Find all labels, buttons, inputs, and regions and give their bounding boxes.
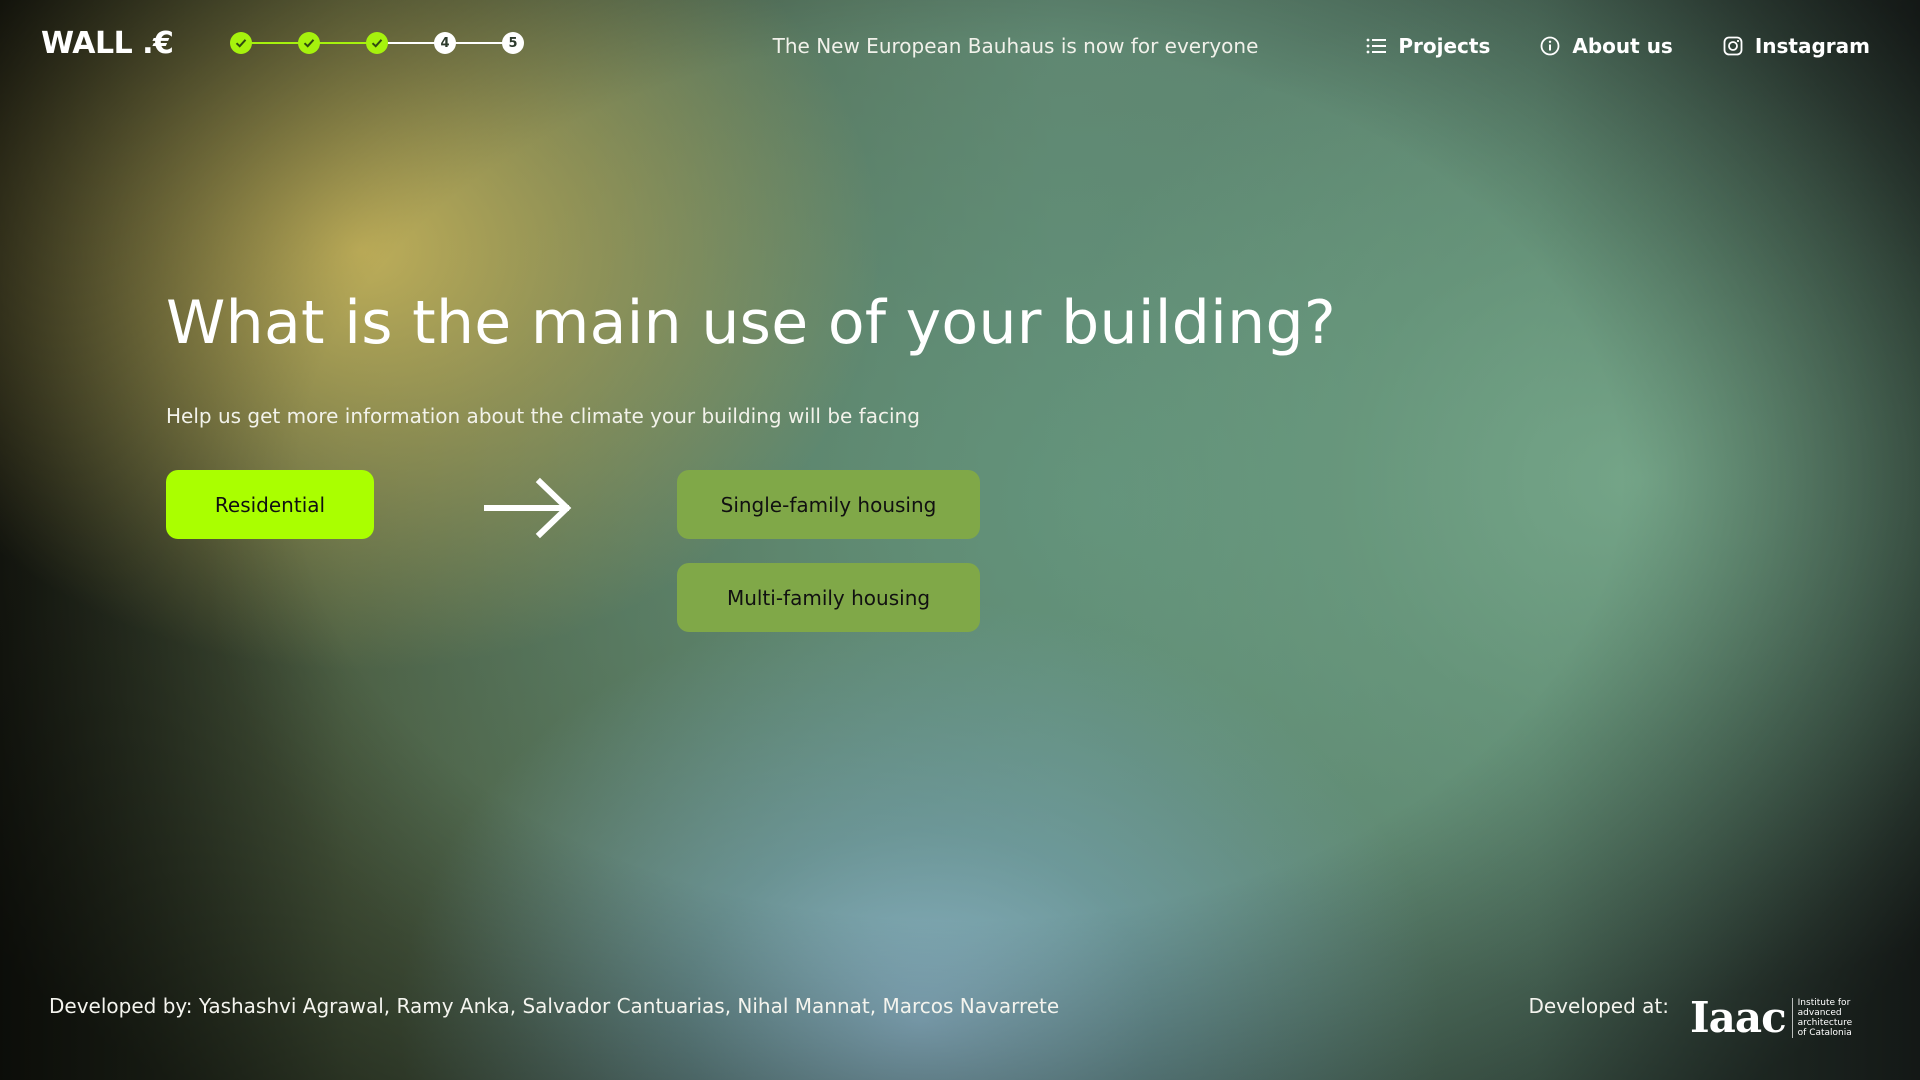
residential-button[interactable]: Residential bbox=[166, 470, 374, 539]
arrow-right-icon bbox=[484, 477, 572, 539]
nav-projects-label: Projects bbox=[1398, 34, 1491, 58]
nav-instagram-label: Instagram bbox=[1754, 34, 1870, 58]
check-icon bbox=[371, 39, 383, 48]
iaac-logo[interactable]: Iaac Institute for advanced architecture… bbox=[1690, 994, 1872, 1042]
nav-instagram-link[interactable]: Instagram bbox=[1723, 34, 1870, 58]
step-3-completed[interactable] bbox=[366, 32, 388, 54]
iaac-logo-text-line: Institute for bbox=[1797, 998, 1851, 1008]
progress-stepper: 4 5 bbox=[230, 32, 524, 54]
nav-projects-link[interactable]: Projects bbox=[1366, 34, 1490, 58]
step-connector bbox=[386, 42, 436, 44]
page: WALL .€ 4 5 The New European Bauhaus is … bbox=[0, 0, 1920, 1080]
check-icon bbox=[235, 39, 247, 48]
iaac-logo-text-line: of Catalonia bbox=[1797, 1028, 1852, 1038]
instagram-icon bbox=[1723, 36, 1743, 56]
developer-credits: Developed by: Yashashvi Agrawal, Ramy An… bbox=[49, 994, 1060, 1018]
step-connector bbox=[454, 42, 504, 44]
step-connector bbox=[318, 42, 368, 44]
single-family-housing-button[interactable]: Single-family housing bbox=[677, 470, 980, 539]
list-icon bbox=[1366, 38, 1387, 54]
nav-about-link[interactable]: About us bbox=[1540, 34, 1673, 58]
top-nav: The New European Bauhaus is now for ever… bbox=[773, 34, 1870, 58]
step-4[interactable]: 4 bbox=[434, 32, 456, 54]
developed-at-label: Developed at: bbox=[1528, 994, 1669, 1018]
iaac-logo-text: Institute for advanced architecture of C… bbox=[1798, 998, 1862, 1038]
step-5[interactable]: 5 bbox=[502, 32, 524, 54]
iaac-logo-text-line: advanced bbox=[1797, 1008, 1842, 1018]
iaac-logo-mark: Iaac bbox=[1690, 993, 1787, 1042]
wall-logo[interactable]: WALL .€ bbox=[41, 26, 174, 61]
iaac-logo-text-line: architecture bbox=[1797, 1018, 1853, 1028]
multi-family-housing-button[interactable]: Multi-family housing bbox=[677, 563, 980, 632]
question-subtitle: Help us get more information about the c… bbox=[166, 404, 920, 428]
iaac-logo-divider bbox=[1791, 998, 1793, 1038]
info-icon bbox=[1540, 36, 1560, 56]
step-connector bbox=[250, 42, 300, 44]
tagline: The New European Bauhaus is now for ever… bbox=[772, 34, 1259, 58]
check-icon bbox=[303, 39, 315, 48]
step-1-completed[interactable] bbox=[230, 32, 252, 54]
step-2-completed[interactable] bbox=[298, 32, 320, 54]
question-title: What is the main use of your building? bbox=[166, 288, 1336, 358]
nav-about-label: About us bbox=[1572, 34, 1673, 58]
